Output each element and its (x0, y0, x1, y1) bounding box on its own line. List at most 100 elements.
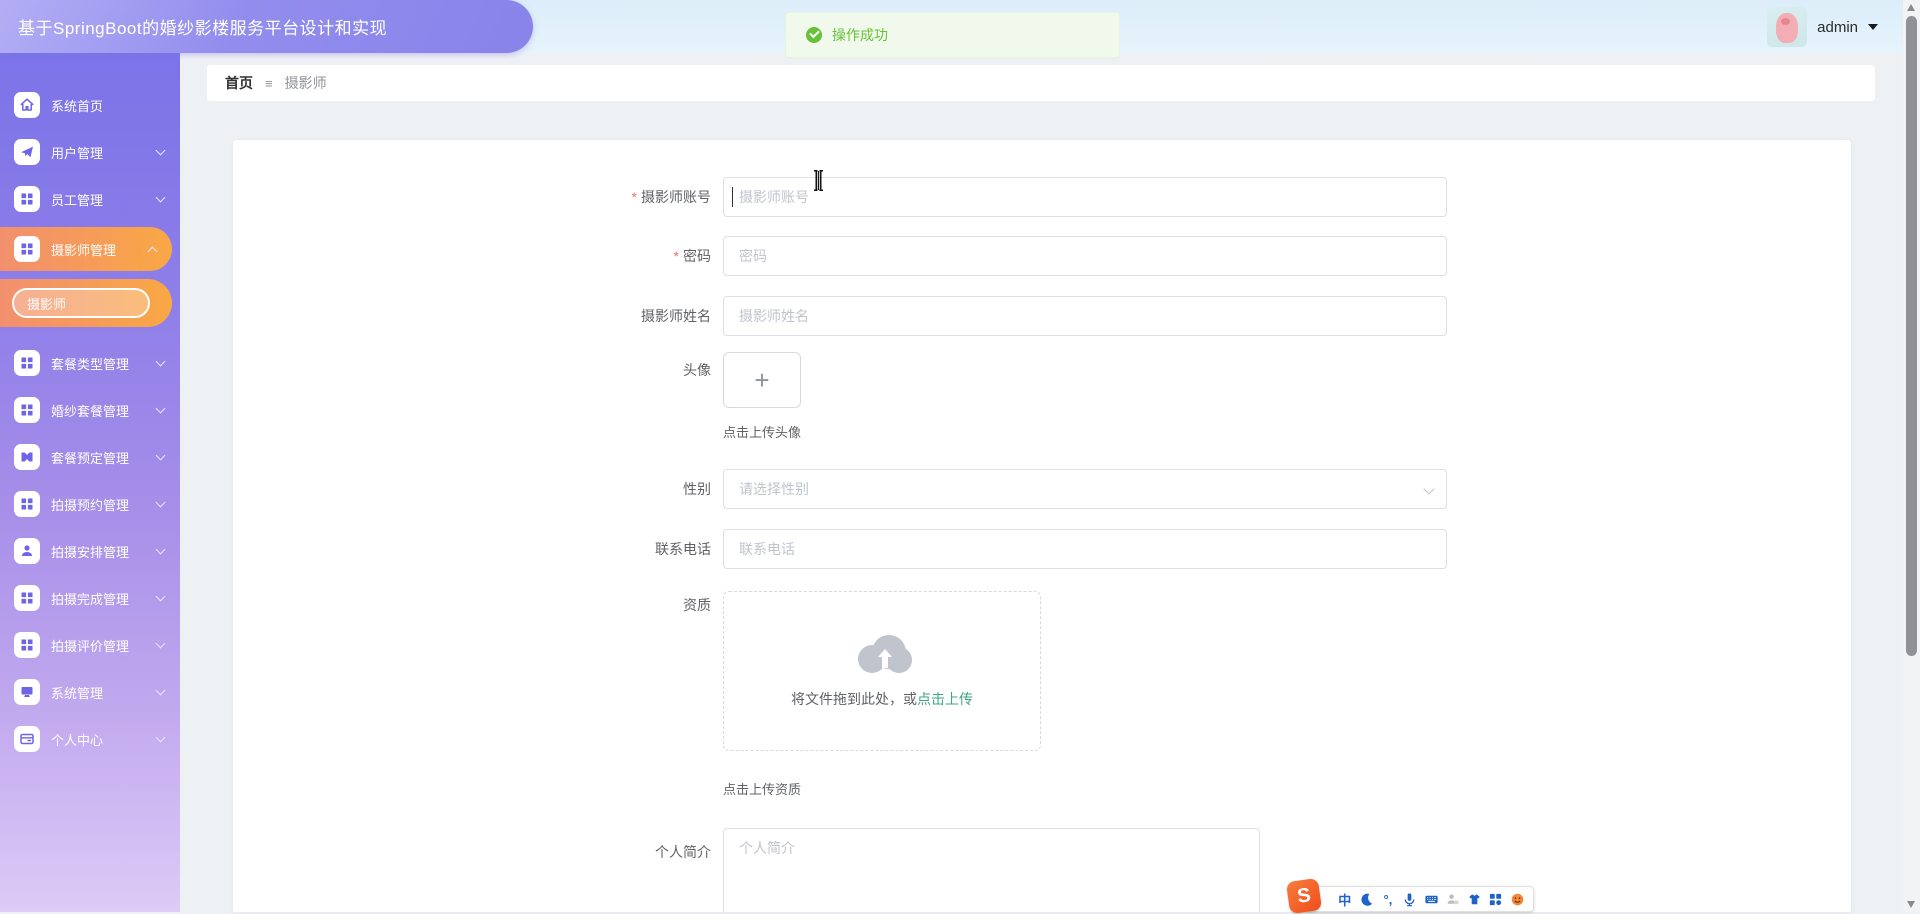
sidebar-subitem-label: 摄影师 (27, 296, 67, 312)
form-row-phone: 联系电话 (233, 529, 1851, 569)
sidebar-item-label: 拍摄完成管理 (51, 591, 130, 607)
upload-link[interactable]: 点击上传 (917, 691, 973, 707)
success-toast: 操作成功 (785, 12, 1120, 58)
form-row-gender: 性别 (233, 469, 1851, 509)
chevron-down-icon (155, 544, 166, 555)
upload-cloud-icon (852, 633, 912, 673)
grid-icon (14, 632, 40, 658)
sidebar-item-label: 系统首页 (51, 98, 104, 114)
phone-label: 联系电话 (655, 541, 711, 557)
breadcrumb-current: 摄影师 (284, 75, 327, 91)
breadcrumb-separator: ≡ (265, 75, 273, 91)
sidebar-subitem-pill[interactable]: 摄影师 (12, 288, 150, 318)
sidebar: 系统首页 用户管理 员工管理 摄影师管理 摄影师 套餐类型管理 婚纱套餐管理 套… (0, 53, 180, 912)
user-name[interactable]: admin (1817, 19, 1858, 36)
grid-icon (14, 186, 40, 212)
sidebar-item-user-mgmt[interactable]: 用户管理 (0, 133, 180, 171)
photographer-form-card: *摄影师账号 *密码 摄影师姓名 头像 + 点击上传头像 性别 联系电话 (233, 140, 1851, 912)
name-label: 摄影师姓名 (641, 308, 711, 324)
sidebar-item-label: 婚纱套餐管理 (51, 403, 130, 419)
sidebar-item-photographer-mgmt[interactable]: 摄影师管理 (0, 227, 172, 271)
sidebar-item-wedding-package-mgmt[interactable]: 婚纱套餐管理 (0, 391, 180, 429)
required-marker: * (631, 189, 637, 205)
sidebar-item-label: 拍摄评价管理 (51, 638, 130, 654)
keyboard-icon[interactable] (1423, 890, 1439, 908)
sidebar-item-label: 套餐类型管理 (51, 356, 130, 372)
sidebar-item-label: 员工管理 (51, 192, 104, 208)
skin-icon[interactable] (1466, 890, 1482, 908)
scroll-down-arrow-icon[interactable] (1907, 901, 1915, 908)
page-title: 基于SpringBoot的婚纱影楼服务平台设计和实现 (18, 19, 388, 38)
chevron-down-icon (155, 591, 166, 602)
film-icon (14, 444, 40, 470)
password-input[interactable] (723, 236, 1447, 276)
qualification-label: 资质 (683, 597, 711, 613)
qualification-upload-hint: 点击上传资质 (723, 782, 802, 797)
grid-icon (14, 236, 40, 262)
plus-icon: + (754, 365, 770, 395)
paper-plane-icon (14, 139, 40, 165)
sidebar-item-label: 拍摄安排管理 (51, 544, 130, 560)
breadcrumb: 首页 ≡ 摄影师 (207, 65, 1875, 101)
qualification-dropzone[interactable]: 将文件拖到此处，或点击上传 (723, 591, 1041, 751)
chinese-mode-icon[interactable]: 中 (1337, 890, 1353, 908)
password-label: * 密码 (673, 248, 711, 264)
chevron-down-icon (155, 403, 166, 414)
intro-textarea[interactable] (723, 828, 1260, 912)
profile-icon[interactable] (1445, 890, 1461, 908)
app-title-banner: 基于SpringBoot的婚纱影楼服务平台设计和实现 (0, 0, 533, 53)
sogou-logo[interactable]: S (1285, 877, 1323, 914)
punctuation-icon[interactable]: °, (1380, 890, 1396, 908)
emoji-icon[interactable] (1510, 890, 1526, 908)
sidebar-item-personal-center[interactable]: 个人中心 (0, 720, 180, 758)
chevron-down-icon (155, 685, 166, 696)
intro-label: 个人简介 (655, 844, 711, 860)
avatar-upload-box[interactable]: + (723, 352, 801, 408)
avatar-label: 头像 (683, 362, 711, 378)
sidebar-item-staff-mgmt[interactable]: 员工管理 (0, 180, 180, 218)
toast-message: 操作成功 (832, 27, 888, 43)
moon-icon[interactable] (1359, 890, 1375, 908)
dropzone-text: 将文件拖到此处，或 (791, 691, 917, 707)
scroll-up-arrow-icon[interactable] (1907, 4, 1915, 11)
required-marker: * (673, 248, 679, 264)
grid-icon (14, 491, 40, 517)
user-menu[interactable]: admin (1767, 5, 1878, 49)
scrollbar-track[interactable] (1903, 0, 1920, 912)
scrollbar-thumb[interactable] (1906, 16, 1917, 656)
account-label: * 摄影师账号 (631, 189, 711, 205)
sidebar-subitem-photographer[interactable]: 摄影师 (0, 279, 172, 327)
breadcrumb-home[interactable]: 首页 (225, 73, 253, 93)
avatar-upload-hint: 点击上传头像 (723, 425, 802, 440)
chevron-down-icon (155, 145, 166, 156)
sidebar-item-system-mgmt[interactable]: 系统管理 (0, 673, 180, 711)
sidebar-item-shoot-schedule-mgmt[interactable]: 拍摄安排管理 (0, 532, 180, 570)
gender-label: 性别 (683, 481, 711, 497)
id-card-icon (14, 726, 40, 752)
sidebar-item-label: 用户管理 (51, 145, 104, 161)
phone-input[interactable] (723, 529, 1447, 569)
sidebar-item-shoot-review-mgmt[interactable]: 拍摄评价管理 (0, 626, 180, 664)
sidebar-item-home[interactable]: 系统首页 (0, 86, 180, 124)
sidebar-item-shoot-appointment-mgmt[interactable]: 拍摄预约管理 (0, 485, 180, 523)
gender-select[interactable] (723, 469, 1447, 509)
sidebar-item-label: 摄影师管理 (51, 242, 117, 258)
sidebar-item-package-type-mgmt[interactable]: 套餐类型管理 (0, 344, 180, 382)
account-input[interactable] (723, 177, 1447, 217)
toolbox-icon[interactable] (1488, 890, 1504, 908)
check-circle-icon (806, 27, 822, 43)
chevron-down-icon[interactable] (1868, 24, 1878, 30)
chevron-down-icon (155, 450, 166, 461)
form-row-name: 摄影师姓名 (233, 296, 1851, 336)
form-row-intro: 个人简介 (233, 828, 1851, 912)
form-row-password: * 密码 (233, 236, 1851, 276)
avatar[interactable] (1767, 7, 1808, 47)
name-input[interactable] (723, 296, 1447, 336)
ime-toolbar: 中 °, (1306, 886, 1534, 912)
grid-icon (14, 585, 40, 611)
sidebar-item-package-booking-mgmt[interactable]: 套餐预定管理 (0, 438, 180, 476)
sidebar-item-label: 套餐预定管理 (51, 450, 130, 466)
sidebar-item-shoot-complete-mgmt[interactable]: 拍摄完成管理 (0, 579, 180, 617)
sidebar-item-label: 个人中心 (51, 732, 104, 748)
microphone-icon[interactable] (1402, 890, 1418, 908)
